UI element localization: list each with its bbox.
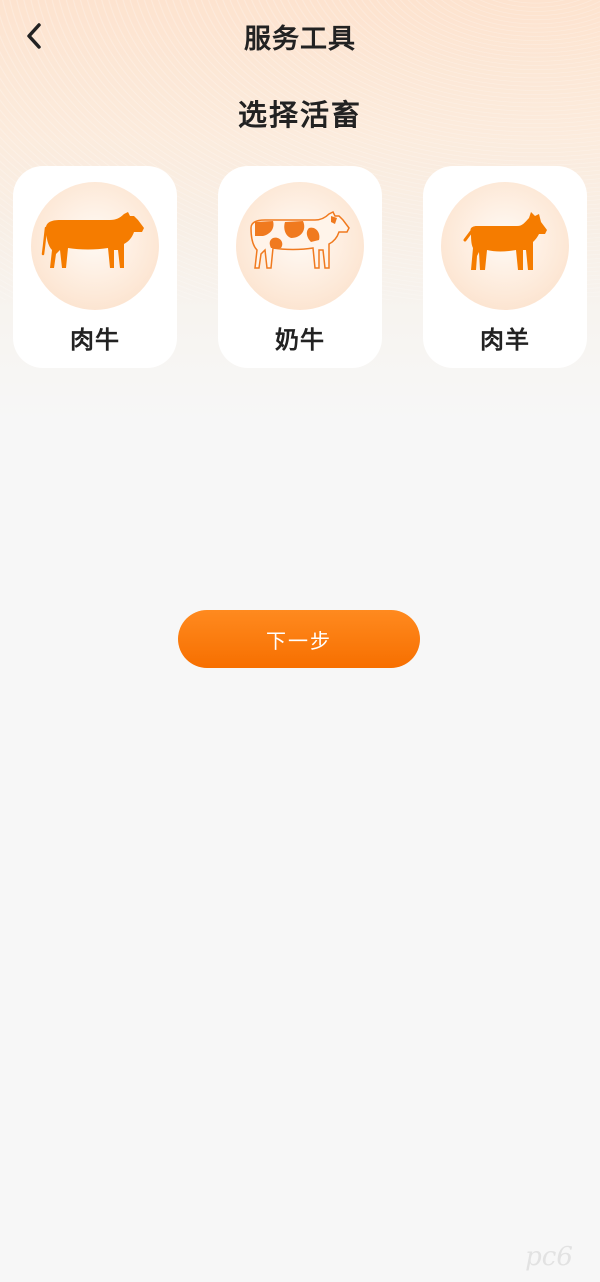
option-beef-cattle[interactable]: 肉牛 <box>13 166 177 368</box>
livestock-options: 肉牛 奶牛 肉羊 <box>13 166 587 368</box>
dairy-cow-icon <box>250 210 350 269</box>
beef-cattle-icon-circle <box>31 182 159 310</box>
watermark-logo: pc6 <box>525 1242 573 1272</box>
dairy-cow-icon-circle <box>236 182 364 310</box>
navigation-bar: 服务工具 <box>0 0 600 72</box>
option-dairy-cow[interactable]: 奶牛 <box>218 166 382 368</box>
sheep-icon <box>463 212 547 270</box>
beef-cattle-icon <box>41 212 144 268</box>
option-label: 奶牛 <box>275 326 325 354</box>
option-label: 肉牛 <box>70 326 120 354</box>
back-button[interactable] <box>14 16 54 56</box>
chevron-left-icon <box>27 23 41 49</box>
section-title: 选择活畜 <box>237 98 362 132</box>
page-title: 服务工具 <box>244 23 356 55</box>
option-label: 肉羊 <box>480 326 530 354</box>
sheep-icon-circle <box>441 182 569 310</box>
next-step-button[interactable]: 下一步 <box>178 610 420 668</box>
option-sheep[interactable]: 肉羊 <box>423 166 587 368</box>
